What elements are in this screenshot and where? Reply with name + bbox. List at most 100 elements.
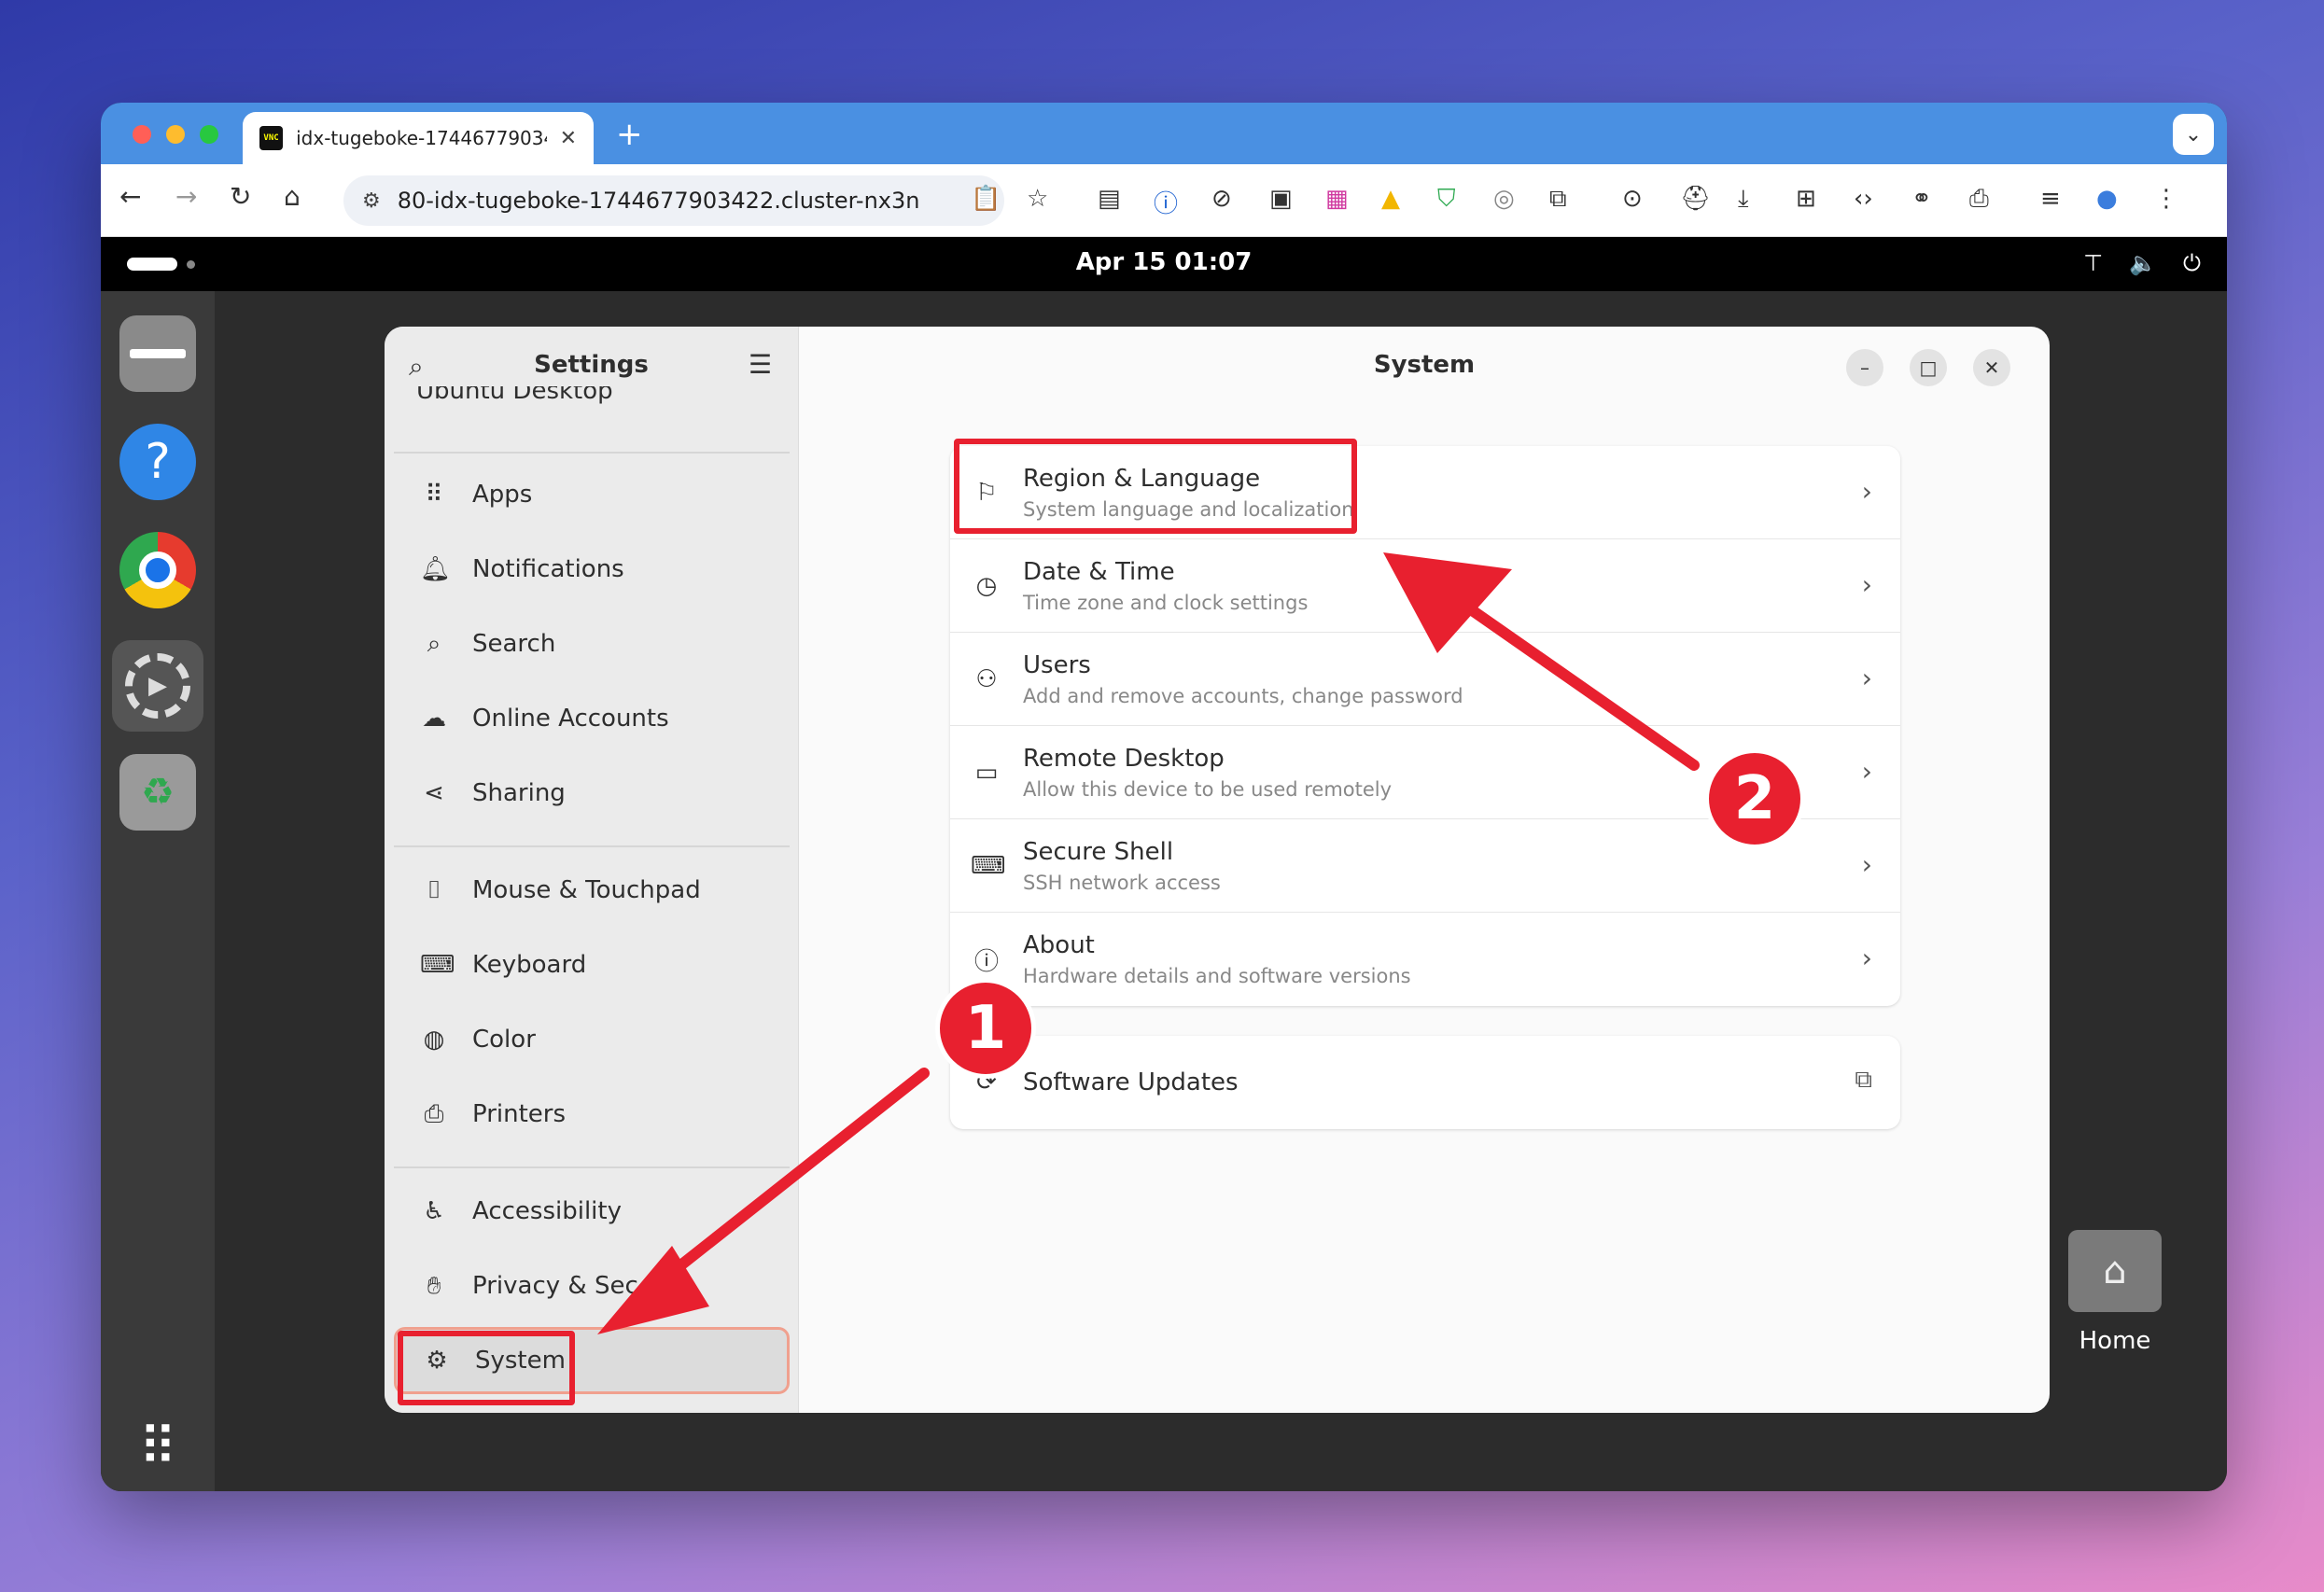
shield-icon[interactable]: ⛉: [1437, 185, 1456, 214]
files-icon[interactable]: [119, 315, 196, 392]
chevron-right-icon: ›: [1861, 476, 1872, 507]
color-picker-icon[interactable]: ▦: [1325, 185, 1349, 213]
sidebar-divider: [394, 1166, 790, 1168]
code-icon[interactable]: ‹›: [1854, 185, 1873, 213]
close-window-button[interactable]: [133, 125, 151, 144]
dock: ? ▶ ♻ ⠿: [101, 291, 215, 1491]
media-icon[interactable]: ≡: [2040, 185, 2061, 213]
maximize-icon[interactable]: □: [1910, 349, 1947, 386]
users-icon: ⚇: [975, 664, 998, 693]
sidebar-item-notifications[interactable]: 🔔︎ Notifications: [394, 536, 790, 603]
sidebar-item-sharing[interactable]: ⋖ Sharing: [394, 760, 790, 827]
cloud-icon: ☁︎: [422, 705, 446, 733]
bookmark-star-icon[interactable]: ☆: [1027, 185, 1048, 213]
row-users[interactable]: ⚇ Users Add and remove accounts, change …: [950, 633, 1900, 726]
sidebar-item-label: Mouse & Touchpad: [472, 876, 701, 904]
incognito-icon[interactable]: ⛑: [1680, 185, 1711, 213]
system-tray[interactable]: ⊤ 🔈 ⏻: [2083, 250, 2201, 276]
print-icon[interactable]: ⎙: [1969, 185, 1989, 214]
settings-app-icon[interactable]: ▶: [112, 640, 203, 732]
sidebar-item-label: Accessibility: [472, 1197, 622, 1225]
chevron-right-icon: ›: [1861, 569, 1872, 600]
row-subtitle: Add and remove accounts, change password: [1023, 684, 1463, 707]
sidebar-item-label: Notifications: [472, 555, 624, 583]
home-folder-icon[interactable]: ⌂: [2068, 1230, 2162, 1312]
sidebar-item-privacy-security[interactable]: ✋︎ Privacy & Sec: [394, 1252, 790, 1320]
show-apps-icon[interactable]: ⠿: [119, 1409, 196, 1486]
sidebar-item-label: Privacy & Sec: [472, 1272, 638, 1300]
sidebar-item-label: Printers: [472, 1100, 567, 1128]
reader-icon[interactable]: ▤: [1098, 185, 1121, 213]
sidebar-item-apps[interactable]: ⠿ Apps: [394, 461, 790, 528]
sidebar-item-label: Online Accounts: [472, 705, 669, 733]
address-bar[interactable]: ⚙ 80-idx-tugeboke-1744677903422.cluster-…: [343, 175, 1004, 226]
chevron-right-icon: ›: [1861, 756, 1872, 787]
browser-window: VNC idx-tugeboke-1744677903422 ✕ + ⌄ ← →…: [101, 103, 2227, 1491]
apps-grid-icon: ⠿: [425, 481, 443, 509]
new-tab-button[interactable]: +: [616, 116, 643, 153]
download-icon[interactable]: ⤓: [1738, 185, 1749, 214]
sidebar-item-label: Search: [472, 630, 556, 658]
site-info-icon[interactable]: ⚙: [362, 189, 381, 213]
sidebar-item-label: Sharing: [472, 779, 566, 807]
minimize-icon[interactable]: –: [1846, 349, 1883, 386]
trash-icon[interactable]: ♻: [119, 754, 196, 831]
sidebar-item-accessibility[interactable]: ♿︎ Accessibility: [394, 1178, 790, 1245]
sidebar-item-color[interactable]: ◍ Color: [394, 1006, 790, 1073]
link-icon[interactable]: ⚭: [1911, 185, 1932, 213]
profile-avatar-icon[interactable]: ●: [2096, 185, 2118, 213]
minimize-window-button[interactable]: [166, 125, 185, 144]
info-icon: ⓘ: [973, 947, 999, 976]
network-icon: ⊤: [2083, 250, 2104, 276]
chrome-icon[interactable]: [119, 532, 196, 608]
puzzle-icon[interactable]: ⧉: [1549, 185, 1567, 214]
sidebar-item-label: Color: [472, 1026, 536, 1054]
row-software-updates[interactable]: ⟳ Software Updates ⧉: [950, 1036, 1900, 1129]
forward-arrow-icon[interactable]: →: [175, 181, 197, 212]
step-badge-1: 1: [935, 978, 1036, 1079]
ip-icon[interactable]: ◎: [1493, 185, 1515, 213]
row-subtitle: Time zone and clock settings: [1023, 591, 1309, 614]
drive-icon[interactable]: ▲: [1381, 185, 1400, 213]
hand-icon: ✋︎: [427, 1271, 441, 1300]
keyboard-icon: ⌨: [420, 951, 455, 979]
external-link-icon: ⧉: [1855, 1066, 1872, 1094]
browser-tab[interactable]: VNC idx-tugeboke-1744677903422 ✕: [243, 112, 594, 164]
sidebar-item-keyboard[interactable]: ⌨ Keyboard: [394, 931, 790, 998]
zoom-window-button[interactable]: [200, 125, 218, 144]
home-icon[interactable]: ⌂: [284, 181, 301, 212]
remote-desktop-icon: ▭: [974, 758, 999, 787]
color-icon: ◍: [423, 1026, 445, 1054]
window-controls: [133, 125, 218, 144]
tab-close-icon[interactable]: ✕: [560, 127, 577, 150]
row-title: Date & Time: [1023, 557, 1175, 586]
extension-icon[interactable]: ▣: [1269, 185, 1293, 213]
sidebar-divider: [394, 452, 790, 454]
back-arrow-icon[interactable]: ←: [119, 181, 141, 212]
reload-icon[interactable]: ↻: [230, 181, 251, 212]
settings-sidebar: ⌕ Settings ☰ Ubuntu Desktop ⠿ Apps 🔔︎ No…: [385, 327, 799, 1413]
block-icon[interactable]: ⊘: [1211, 185, 1232, 213]
screenshot-icon[interactable]: ⊙: [1622, 185, 1643, 213]
qr-code-icon[interactable]: ⊞: [1796, 185, 1816, 213]
help-icon[interactable]: ?: [119, 424, 196, 500]
row-about[interactable]: ⓘ About Hardware details and software ve…: [950, 913, 1900, 1006]
row-subtitle: SSH network access: [1023, 871, 1221, 894]
home-folder-label[interactable]: Home: [2059, 1327, 2171, 1355]
sidebar-item-label: Ubuntu Desktop: [416, 386, 613, 405]
browser-menu-icon[interactable]: ⋮: [2154, 185, 2178, 213]
row-date-time[interactable]: ◷ Date & Time Time zone and clock settin…: [950, 539, 1900, 633]
sidebar-item-printers[interactable]: ⎙ Printers: [394, 1081, 790, 1148]
sidebar-item-online-accounts[interactable]: ☁︎ Online Accounts: [394, 685, 790, 752]
sidebar-item-ubuntu-desktop[interactable]: Ubuntu Desktop: [416, 386, 613, 407]
bell-icon: 🔔︎: [420, 555, 452, 583]
hamburger-menu-icon[interactable]: ☰: [749, 349, 772, 380]
clipboard-icon[interactable]: 📋: [971, 185, 1001, 213]
password-manager-icon[interactable]: ⓘ: [1154, 185, 1178, 219]
clock[interactable]: Apr 15 01:07: [101, 248, 2227, 276]
tab-search-button[interactable]: ⌄: [2173, 114, 2214, 155]
highlight-region-language: [954, 439, 1357, 534]
sidebar-item-mouse-touchpad[interactable]: ⌷ Mouse & Touchpad: [394, 857, 790, 924]
close-icon[interactable]: ✕: [1973, 349, 2010, 386]
sidebar-item-search[interactable]: ⌕ Search: [394, 610, 790, 677]
